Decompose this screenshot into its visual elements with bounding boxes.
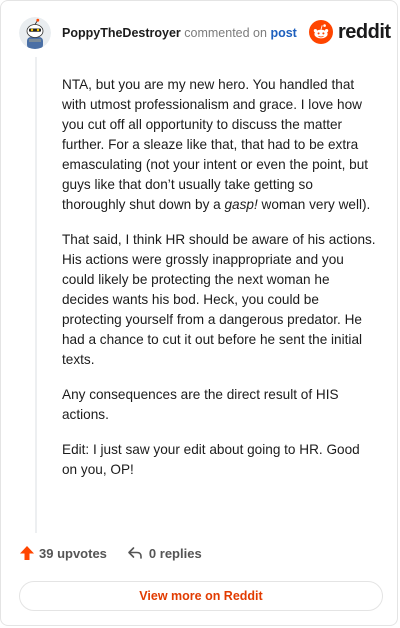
post-link[interactable]: post (270, 26, 296, 40)
upvote-count: 39 upvotes (39, 545, 107, 561)
thread-line (35, 57, 37, 533)
reply-count: 0 replies (148, 545, 202, 561)
user-avatar[interactable] (19, 17, 51, 49)
comment-paragraph-3: Any consequences are the direct result o… (62, 387, 339, 422)
comment-text: NTA, but you are my new hero. You handle… (62, 77, 369, 212)
reply-button[interactable]: 0 replies (127, 545, 202, 561)
reddit-wordmark: reddit (338, 20, 391, 43)
upvote-button[interactable]: 39 upvotes (19, 545, 107, 561)
reddit-logo[interactable]: reddit (309, 20, 391, 44)
comment-actions: 39 upvotes 0 replies (19, 545, 202, 561)
comment-text: woman very well). (257, 197, 371, 212)
comment-card: PoppyTheDestroyer commented on post redd… (0, 0, 398, 626)
comment-paragraph-2: That said, I think HR should be aware of… (62, 232, 376, 367)
comment-body: NTA, but you are my new hero. You handle… (62, 75, 378, 495)
username-link[interactable]: PoppyTheDestroyer (62, 26, 181, 40)
reply-arrow-icon (128, 547, 142, 559)
comment-header: PoppyTheDestroyer commented on post (62, 26, 297, 40)
comment-paragraph-4: Edit: I just saw your edit about going t… (62, 442, 360, 477)
comment-paragraph-1: NTA, but you are my new hero. You handle… (62, 75, 378, 215)
comment-emphasis: gasp! (224, 197, 258, 212)
snoo-avatar-icon (19, 17, 51, 49)
view-more-button[interactable]: View more on Reddit (19, 581, 383, 611)
commented-on-text: commented on (184, 26, 267, 40)
reddit-snoo-logo-icon (309, 20, 333, 44)
upvote-arrow-icon (20, 546, 34, 560)
